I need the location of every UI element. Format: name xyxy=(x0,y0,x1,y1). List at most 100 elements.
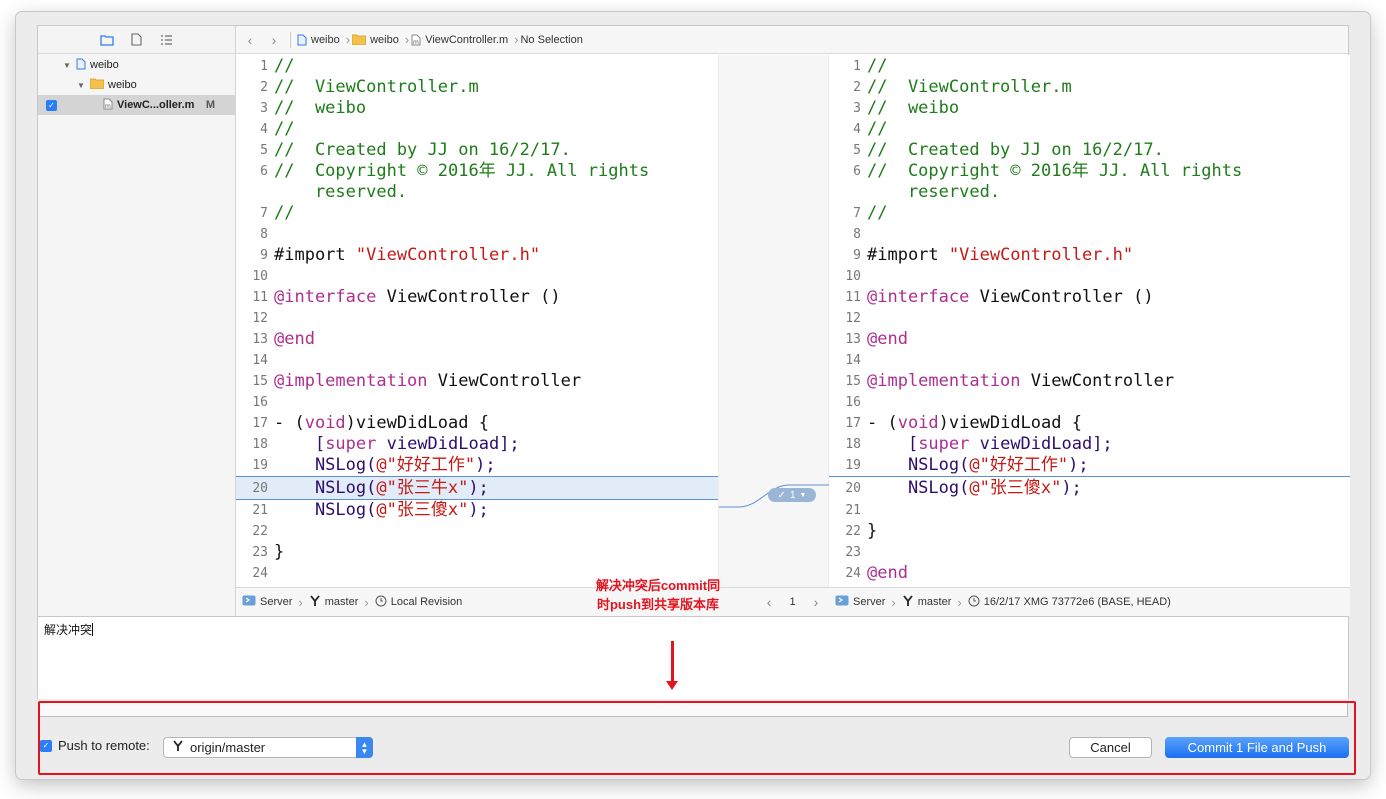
code-line[interactable]: 15 @implementation ViewController xyxy=(236,371,718,392)
commit-window: ▼ weibo ▼ weibo ✓ m ViewC...oller.m M ‹ … xyxy=(16,12,1370,779)
code-line[interactable]: 3 // weibo xyxy=(829,98,1350,119)
code-line[interactable]: 1 // xyxy=(236,56,718,77)
server-label[interactable]: Server xyxy=(853,596,885,608)
code-line[interactable]: 21 NSLog(@"张三傻x"); xyxy=(236,500,718,521)
code-line[interactable]: 4 // xyxy=(236,119,718,140)
code-line[interactable]: 9 #import "ViewController.h" xyxy=(236,245,718,266)
code-line[interactable]: 23} xyxy=(236,542,718,563)
line-number: 8 xyxy=(853,227,861,242)
breadcrumb-file[interactable]: m ViewController.m xyxy=(411,34,508,46)
code-line[interactable]: 2 // ViewController.m xyxy=(236,77,718,98)
code-line[interactable]: 20 NSLog(@"张三傻x"); xyxy=(829,476,1350,500)
back-arrow-icon[interactable]: ‹ xyxy=(236,32,264,48)
comparison-gutter xyxy=(718,55,830,587)
code-line[interactable]: 19 NSLog(@"好好工作"); xyxy=(829,455,1350,476)
tree-item-folder[interactable]: ▼ weibo xyxy=(38,75,235,95)
branch-label[interactable]: master xyxy=(918,596,952,608)
code-line[interactable]: 13 @end xyxy=(236,329,718,350)
code-line[interactable]: 16 xyxy=(829,392,1350,413)
code-line[interactable]: 23 xyxy=(829,542,1350,563)
document-icon[interactable] xyxy=(129,32,145,48)
list-icon[interactable] xyxy=(159,32,175,48)
line-number: 1 xyxy=(260,59,268,74)
code-line[interactable]: 6 // Copyright © 2016年 JJ. All rights xyxy=(236,161,718,182)
code-line[interactable]: 22 xyxy=(236,521,718,542)
line-number: 18 xyxy=(252,437,268,452)
local-revision-editor[interactable]: 1 // 2 // ViewController.m 3 // weibo 4 // 5 // C… xyxy=(236,55,718,587)
code-line[interactable]: 1 // xyxy=(829,56,1350,77)
code-line[interactable]: 7 // xyxy=(236,203,718,224)
code-line[interactable]: 21 xyxy=(829,500,1350,521)
code-text: // xyxy=(274,203,295,223)
disclosure-triangle-icon[interactable]: ▼ xyxy=(76,81,86,90)
code-line[interactable]: 9 #import "ViewController.h" xyxy=(829,245,1350,266)
code-line[interactable]: 10 xyxy=(829,266,1350,287)
previous-conflict-icon[interactable]: ‹ xyxy=(767,594,772,610)
breadcrumb-project[interactable]: weibo xyxy=(297,34,340,46)
code-line[interactable]: 3 // weibo xyxy=(236,98,718,119)
base-revision-editor[interactable]: 1 // 2 // ViewController.m 3 // weibo 4 // 5 // C… xyxy=(829,55,1350,587)
folder-icon[interactable] xyxy=(99,32,115,48)
code-line[interactable]: 7 // xyxy=(829,203,1350,224)
code-line[interactable]: 8 xyxy=(829,224,1350,245)
code-line[interactable]: 5 // Created by JJ on 16/2/17. xyxy=(829,140,1350,161)
code-line[interactable]: 6 // Copyright © 2016年 JJ. All rights xyxy=(829,161,1350,182)
code-line[interactable]: 13 @end xyxy=(829,329,1350,350)
include-file-checkbox[interactable]: ✓ xyxy=(46,99,57,111)
code-line[interactable]: 22} xyxy=(829,521,1350,542)
next-conflict-icon[interactable]: › xyxy=(814,594,819,610)
text-caret xyxy=(92,623,94,636)
line-number: 4 xyxy=(853,122,861,137)
commit-message-field[interactable]: 解决冲突 xyxy=(37,617,1349,699)
code-line[interactable]: 17 - (void)viewDidLoad { xyxy=(236,413,718,434)
code-line[interactable]: 11 @interface ViewController () xyxy=(829,287,1350,308)
server-label[interactable]: Server xyxy=(260,596,292,608)
branch-label[interactable]: master xyxy=(325,596,359,608)
code-line[interactable]: 8 xyxy=(236,224,718,245)
line-number: 14 xyxy=(252,353,268,368)
code-line[interactable]: 12 xyxy=(236,308,718,329)
annotation-line: 时push到共享版本库 xyxy=(596,597,720,612)
code-line[interactable]: 4 // xyxy=(829,119,1350,140)
code-line[interactable]: reserved. xyxy=(829,182,1350,203)
chevron-right-icon: › xyxy=(514,32,519,47)
code-line[interactable]: 11 @interface ViewController () xyxy=(236,287,718,308)
conflict-index: 1 xyxy=(789,596,796,608)
conflict-resolution-control[interactable]: ✓ 1 ▼ xyxy=(768,488,816,502)
code-text: // xyxy=(867,203,888,223)
disclosure-triangle-icon[interactable]: ▼ xyxy=(62,61,72,70)
code-line[interactable]: 16 xyxy=(236,392,718,413)
code-line[interactable]: 24 @end xyxy=(829,563,1350,584)
line-number: 22 xyxy=(845,524,861,539)
code-line[interactable]: 20 NSLog(@"张三牛x"); xyxy=(236,476,718,500)
code-line[interactable]: 14 xyxy=(829,350,1350,371)
code-line[interactable]: 19 NSLog(@"好好工作"); xyxy=(236,455,718,476)
code-line[interactable]: 18 [super viewDidLoad]; xyxy=(829,434,1350,455)
tree-item-project[interactable]: ▼ weibo xyxy=(38,55,235,75)
code-line[interactable]: 5 // Created by JJ on 16/2/17. xyxy=(236,140,718,161)
code-line[interactable]: 2 // ViewController.m xyxy=(829,77,1350,98)
code-line[interactable]: 12 xyxy=(829,308,1350,329)
revision-label[interactable]: Local Revision xyxy=(391,596,463,608)
breadcrumb-folder[interactable]: weibo xyxy=(352,34,399,46)
forward-arrow-icon[interactable]: › xyxy=(264,32,284,48)
code-line[interactable]: 18 [super viewDidLoad]; xyxy=(236,434,718,455)
code-line[interactable]: 17 - (void)viewDidLoad { xyxy=(829,413,1350,434)
branch-icon xyxy=(902,594,914,610)
code-line[interactable]: reserved. xyxy=(236,182,718,203)
conflict-connector xyxy=(719,484,830,508)
revision-label[interactable]: 16/2/17 XMG 73772e6 (BASE, HEAD) xyxy=(984,596,1171,608)
breadcrumb-selection[interactable]: No Selection xyxy=(520,34,582,46)
code-line[interactable]: 15 @implementation ViewController xyxy=(829,371,1350,392)
code-text: // xyxy=(274,119,295,139)
annotation-arrow xyxy=(671,641,674,683)
code-line[interactable]: 14 xyxy=(236,350,718,371)
chevron-right-icon: › xyxy=(364,594,369,610)
tree-item-file[interactable]: ✓ m ViewC...oller.m M xyxy=(38,95,235,115)
line-number: 11 xyxy=(252,290,268,305)
clock-icon xyxy=(375,595,387,610)
code-line[interactable]: 10 xyxy=(236,266,718,287)
line-number: 5 xyxy=(853,143,861,158)
